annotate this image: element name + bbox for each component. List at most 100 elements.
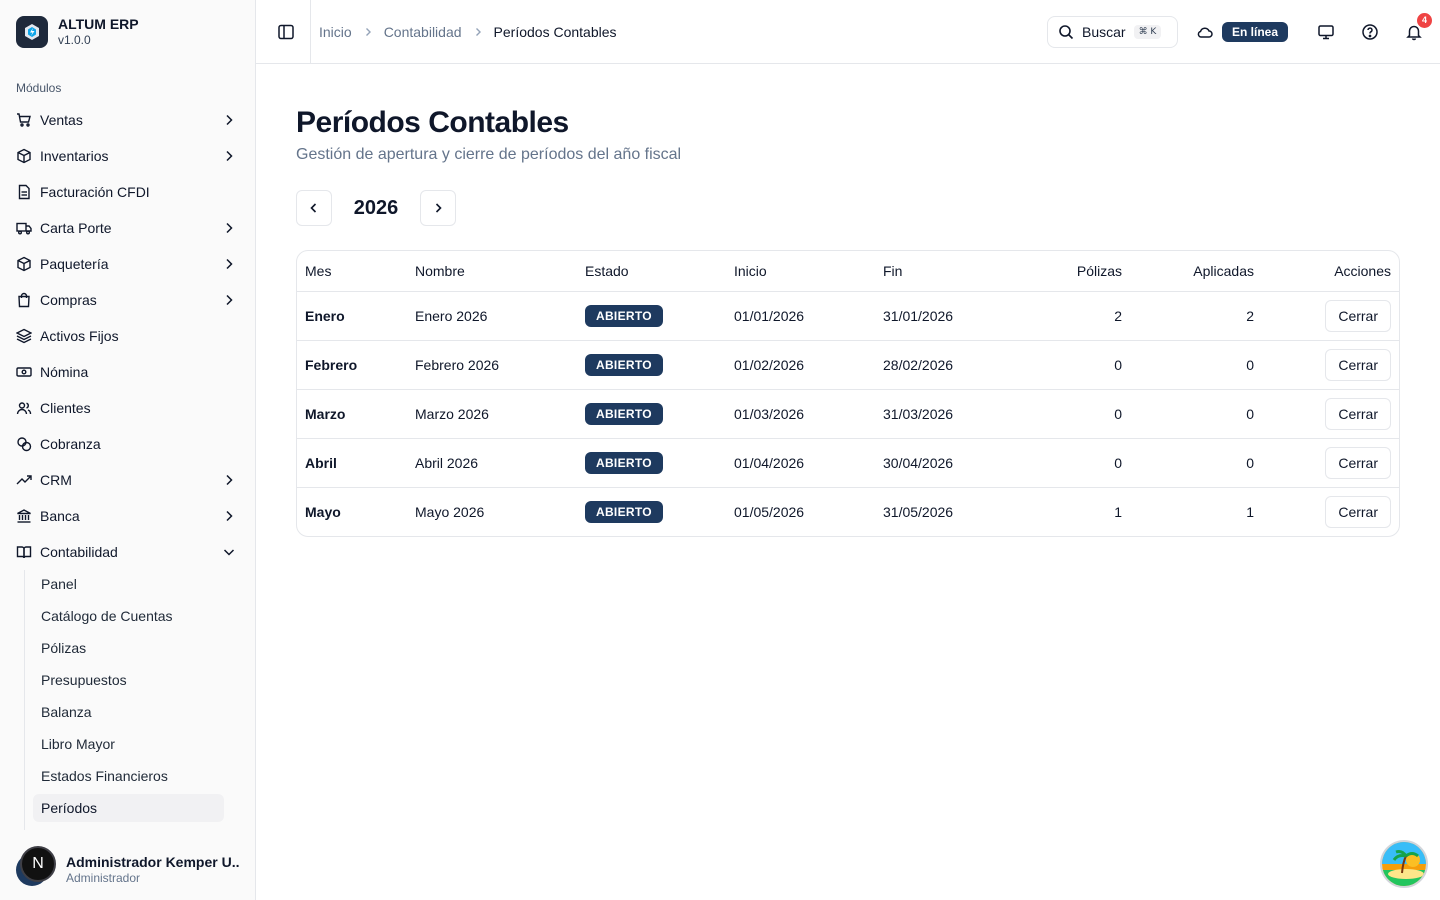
- expand-toggle[interactable]: [221, 112, 237, 128]
- banknote-icon: [16, 364, 32, 380]
- search-button[interactable]: Buscar ⌘ K: [1046, 15, 1178, 48]
- page-content: Períodos Contables Gestión de apertura y…: [256, 64, 1440, 537]
- sidebar-item-banca[interactable]: Banca: [0, 498, 255, 534]
- cell-fin: 30/04/2026: [875, 438, 1005, 488]
- display-button[interactable]: [1316, 22, 1336, 42]
- cell-nombre: Abril 2026: [407, 438, 577, 488]
- expand-toggle[interactable]: [221, 472, 237, 488]
- user-menu[interactable]: N Administrador Kemper U... Administrado…: [16, 846, 239, 886]
- expand-toggle[interactable]: [221, 220, 237, 236]
- cell-fin: 31/01/2026: [875, 291, 1005, 341]
- cell-polizas: 0: [1005, 438, 1130, 488]
- expand-toggle[interactable]: [221, 508, 237, 524]
- help-button[interactable]: [1360, 22, 1380, 42]
- cell-nombre: Mayo 2026: [415, 503, 485, 520]
- sidebar-item-crm[interactable]: CRM: [0, 462, 255, 498]
- submenu-item-polizas[interactable]: Pólizas: [33, 634, 224, 662]
- cell-aplicadas: 0: [1130, 389, 1262, 439]
- table-row: Enero Enero 2026 ABIERTO 01/01/2026 31/01/20…: [297, 291, 1399, 341]
- chevron-right-icon: [226, 294, 233, 306]
- expand-toggle[interactable]: [221, 256, 237, 272]
- cell-aplicadas: 0: [1130, 438, 1262, 488]
- close-period-button[interactable]: Cerrar: [1325, 495, 1391, 528]
- sidebar-item-activos-fijos[interactable]: Activos Fijos: [0, 318, 255, 354]
- next-year-button[interactable]: [420, 190, 456, 226]
- brand-name: ALTUM ERP: [58, 16, 139, 32]
- close-period-button[interactable]: Cerrar: [1325, 397, 1391, 430]
- submenu-item-catalogo-de-cuentas[interactable]: Catálogo de Cuentas: [33, 602, 224, 630]
- notifications-button[interactable]: 4: [1404, 12, 1432, 42]
- sidebar-item-clientes[interactable]: Clientes: [0, 390, 255, 426]
- connection-status: En línea: [1196, 21, 1288, 42]
- sidebar-item-inventarios[interactable]: Inventarios: [0, 138, 255, 174]
- col-inicio: Inicio: [726, 251, 875, 292]
- sidebar-item-label: Clientes: [40, 400, 91, 416]
- cell-polizas: 1: [1114, 503, 1122, 520]
- col-polizas: Pólizas: [1005, 251, 1130, 292]
- search-label: Buscar: [1081, 23, 1126, 40]
- periods-table: Mes Nombre Estado Inicio Fin Pólizas Apl…: [297, 251, 1399, 536]
- cell-polizas: 0: [1005, 340, 1130, 390]
- main-area: Inicio Contabilidad Períodos Contables B…: [256, 0, 1440, 900]
- sidebar-item-label: Ventas: [40, 112, 83, 128]
- submenu-item-presupuestos[interactable]: Presupuestos: [33, 666, 224, 694]
- breadcrumb-contabilidad[interactable]: Contabilidad: [384, 24, 462, 40]
- chevron-right-icon: [365, 27, 371, 36]
- cell-nombre: Febrero 2026: [407, 340, 577, 390]
- brand[interactable]: ALTUM ERP v1.0.0: [0, 0, 255, 64]
- sidebar-item-carta-porte[interactable]: Carta Porte: [0, 210, 255, 246]
- cell-estado: ABIERTO: [577, 340, 726, 390]
- sidebar-item-cobranza[interactable]: Cobranza: [0, 426, 255, 462]
- sidebar-item-ventas[interactable]: Ventas: [0, 102, 255, 138]
- sidebar-toggle-button[interactable]: [276, 22, 296, 42]
- submenu-item-panel[interactable]: Panel: [33, 570, 224, 598]
- sidebar-item-label: Inventarios: [40, 148, 109, 164]
- cell-mes: Enero: [297, 291, 407, 341]
- expand-toggle[interactable]: [221, 148, 237, 164]
- previous-year-button[interactable]: [296, 190, 332, 226]
- submenu-item-periodos[interactable]: Períodos: [33, 794, 224, 822]
- table-header-row: Mes Nombre Estado Inicio Fin Pólizas Apl…: [297, 251, 1399, 292]
- sidebar-item-compras[interactable]: Compras: [0, 282, 255, 318]
- package-icon: [16, 148, 32, 164]
- submenu-item-balanza[interactable]: Balanza: [33, 698, 224, 726]
- cell-aplicadas: 2: [1130, 291, 1262, 341]
- close-period-button[interactable]: Cerrar: [1325, 446, 1391, 479]
- submenu-item-reportes-sat[interactable]: Reportes SAT: [33, 826, 224, 830]
- cell-inicio: 01/01/2026: [726, 291, 875, 341]
- page-title: Períodos Contables: [296, 106, 569, 139]
- close-period-button[interactable]: Cerrar: [1325, 348, 1391, 381]
- current-year: 2026: [353, 196, 399, 219]
- col-acciones: Acciones: [1262, 251, 1399, 292]
- sidebar-item-contabilidad[interactable]: Contabilidad: [0, 534, 255, 570]
- table-row: Mayo Mayo 2026 ABIERTO 01/05/2026 31/05/2026…: [297, 487, 1399, 536]
- chevron-right-icon: [226, 510, 233, 522]
- cart-icon: [16, 112, 32, 128]
- chevron-right-icon: [475, 27, 481, 36]
- assistant-avatar-button[interactable]: [1380, 840, 1428, 888]
- sidebar-item-label: Facturación CFDI: [40, 184, 150, 200]
- submenu-item-estados-financieros[interactable]: Estados Financieros: [33, 762, 224, 790]
- breadcrumb-inicio[interactable]: Inicio: [319, 24, 352, 40]
- chevron-right-icon: [226, 258, 233, 270]
- expand-toggle[interactable]: [221, 292, 237, 308]
- close-period-button[interactable]: Cerrar: [1325, 299, 1391, 332]
- col-estado: Estado: [577, 251, 726, 292]
- col-fin: Fin: [875, 251, 1005, 292]
- submenu-item-libro-mayor[interactable]: Libro Mayor: [33, 730, 224, 758]
- col-mes: Mes: [297, 251, 407, 292]
- chevron-down-icon: [223, 549, 235, 556]
- col-nombre: Nombre: [407, 251, 577, 292]
- sidebar-item-nomina[interactable]: Nómina: [0, 354, 255, 390]
- sidebar-item-paqueteria[interactable]: Paquetería: [0, 246, 255, 282]
- cell-fin: 31/05/2026: [883, 503, 954, 520]
- sidebar: ALTUM ERP v1.0.0 Módulos Ventas Inventari…: [0, 0, 256, 900]
- table-body: Enero Enero 2026 ABIERTO 01/01/2026 31/01/20…: [297, 291, 1399, 536]
- notification-count-badge: 4: [1417, 12, 1432, 28]
- expand-toggle[interactable]: [221, 544, 237, 560]
- periods-table-card: Mes Nombre Estado Inicio Fin Pólizas Apl…: [296, 250, 1400, 537]
- sidebar-item-facturacion-cfdi[interactable]: Facturación CFDI: [0, 174, 255, 210]
- sidebar-item-label: Paquetería: [40, 256, 109, 272]
- cell-inicio: 01/05/2026: [734, 503, 805, 520]
- cell-mes: Abril: [297, 438, 407, 488]
